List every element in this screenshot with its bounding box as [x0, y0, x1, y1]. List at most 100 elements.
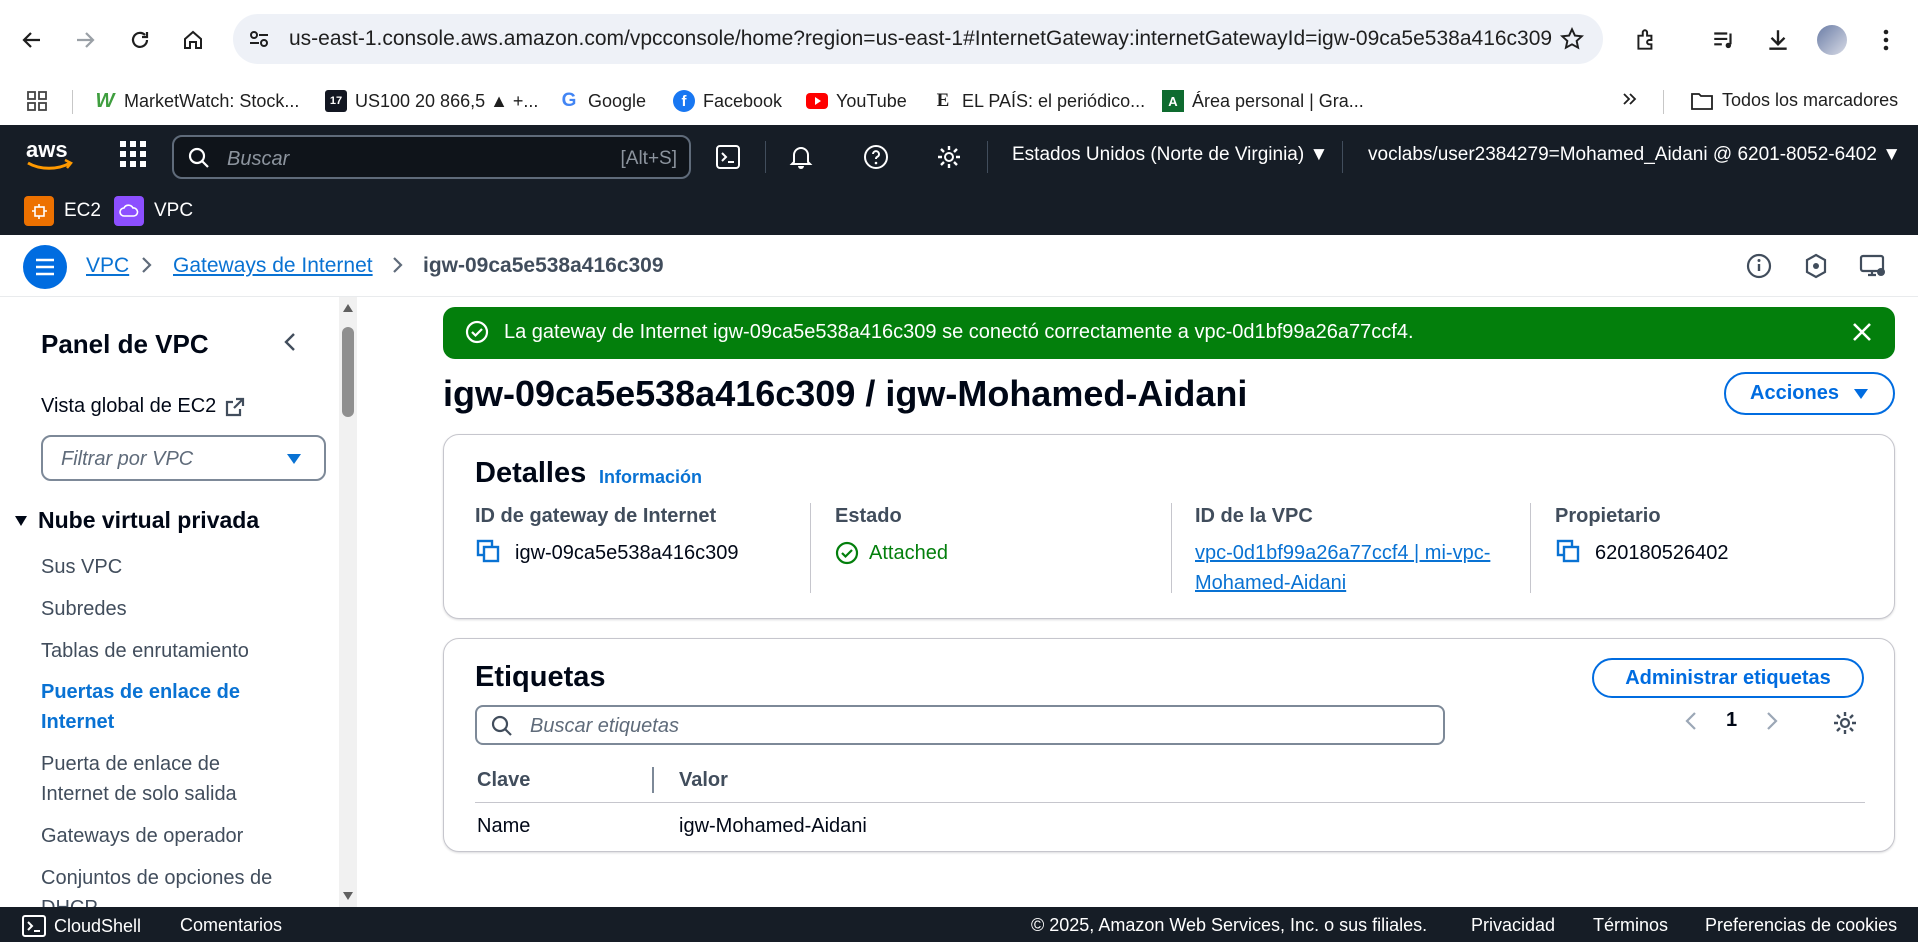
media-control-icon[interactable]	[1704, 20, 1744, 60]
page-title: igw-09ca5e538a416c309 / igw-Mohamed-Aida…	[443, 373, 1248, 414]
breadcrumb-vpc[interactable]: VPC	[86, 254, 129, 278]
terms-link[interactable]: Términos	[1593, 915, 1668, 936]
bookmark-facebook[interactable]: f Facebook	[673, 90, 782, 112]
bookmark-marketwatch[interactable]: W MarketWatch: Stock...	[94, 90, 300, 112]
sidebar-title: Panel de VPC	[41, 329, 209, 359]
console-search-input[interactable]: Buscar [Alt+S]	[172, 135, 691, 179]
sidebar-item-route-tables[interactable]: Tablas de enrutamiento	[41, 636, 301, 666]
youtube-icon	[806, 90, 828, 112]
extensions-icon[interactable]	[1626, 20, 1666, 60]
sidebar-item-ec2-global-view[interactable]: Vista global de EC2	[41, 395, 246, 418]
sidebar-item-internet-gateways[interactable]: Puertas de enlace de Internet	[41, 677, 271, 737]
sidebar-item-your-vpcs[interactable]: Sus VPC	[41, 552, 301, 582]
actions-dropdown-button[interactable]: Acciones	[1724, 372, 1895, 415]
account-menu[interactable]: voclabs/user2384279=Mohamed_Aidani @ 620…	[1368, 144, 1901, 166]
column-divider	[810, 503, 811, 593]
more-bookmarks-chevron-icon[interactable]	[1620, 90, 1638, 108]
bookmark-star-icon[interactable]	[1559, 26, 1585, 52]
success-flashbar: La gateway de Internet igw-09ca5e538a416…	[443, 307, 1895, 359]
aws-logo[interactable]: aws	[24, 137, 74, 173]
reload-button[interactable]	[120, 20, 160, 60]
search-placeholder: Buscar	[227, 148, 290, 170]
google-icon: G	[561, 90, 577, 111]
site-settings-icon[interactable]	[247, 27, 271, 51]
column-divider	[1530, 503, 1531, 593]
favorite-vpc[interactable]: VPC	[114, 196, 193, 226]
breadcrumb-bar: VPC Gateways de Internet igw-09ca5e538a4…	[0, 235, 1918, 297]
caret-down-icon	[1853, 388, 1868, 399]
sidebar-item-subnets[interactable]: Subredes	[41, 594, 301, 624]
bookmark-tradingview[interactable]: 17 US100 20 866,5 ▲ +...	[325, 90, 538, 112]
page-number[interactable]: 1	[1726, 709, 1737, 732]
vpc-id-link[interactable]: vpc-0d1bf99a26a77ccf4 | mi-vpc-Mohamed-A…	[1195, 538, 1495, 598]
info-panel-icon[interactable]	[1746, 253, 1772, 279]
notifications-bell-icon[interactable]	[783, 139, 819, 175]
cookie-preferences-link[interactable]: Preferencias de cookies	[1705, 915, 1897, 936]
flash-message: La gateway de Internet igw-09ca5e538a416…	[504, 321, 1414, 343]
region-selector[interactable]: Estados Unidos (Norte de Virginia) ▼	[1012, 144, 1328, 166]
feedback-link[interactable]: Comentarios	[180, 915, 282, 936]
breadcrumb-chevron-icon	[140, 255, 154, 275]
vpc-filter-select[interactable]: Filtrar por VPC	[41, 435, 326, 481]
sidebar-item-egress-only-gateways[interactable]: Puerta de enlace de Internet de solo sal…	[41, 749, 271, 809]
sidebar-scrollbar[interactable]	[339, 297, 357, 907]
forward-button[interactable]	[65, 20, 105, 60]
tag-key-cell: Name	[477, 815, 531, 837]
info-link[interactable]: Información	[599, 467, 702, 488]
apps-grid-icon[interactable]	[26, 90, 48, 112]
browser-menu-icon[interactable]	[1866, 20, 1906, 60]
tags-table-header: Clave Valor	[475, 759, 1865, 803]
scroll-down-arrow-icon[interactable]	[342, 891, 354, 901]
column-resizer[interactable]	[652, 767, 654, 793]
forward-arrow-icon	[77, 32, 95, 48]
bookmark-youtube[interactable]: YouTube	[806, 90, 907, 112]
copy-icon[interactable]	[1555, 538, 1581, 564]
sidebar-section-virtual-private-cloud[interactable]: Nube virtual privada	[14, 507, 259, 534]
services-menu-icon[interactable]	[118, 139, 148, 169]
prev-page-chevron-icon[interactable]	[1684, 710, 1698, 732]
facebook-icon: f	[673, 90, 695, 112]
external-link-icon	[226, 397, 245, 416]
copy-icon[interactable]	[475, 538, 501, 564]
area-personal-icon: A	[1162, 90, 1184, 112]
cloudshell-button[interactable]: CloudShell	[22, 915, 141, 937]
security-hex-icon[interactable]	[1803, 253, 1829, 279]
home-button[interactable]	[173, 20, 213, 60]
side-nav-toggle-button[interactable]	[23, 245, 67, 289]
sidebar-item-dhcp-option-sets[interactable]: Conjuntos de opciones de DHCP	[41, 863, 301, 907]
column-header-key[interactable]: Clave	[477, 769, 530, 792]
downloads-icon[interactable]	[1758, 20, 1798, 60]
dismiss-close-icon[interactable]	[1851, 321, 1873, 343]
bookmark-elpais[interactable]: E EL PAÍS: el periódico...	[932, 90, 1145, 112]
cloudshell-icon[interactable]	[710, 139, 746, 175]
profile-avatar[interactable]	[1812, 20, 1852, 60]
manage-tags-button[interactable]: Administrar etiquetas	[1592, 658, 1864, 698]
address-bar[interactable]: us-east-1.console.aws.amazon.com/vpccons…	[233, 14, 1603, 64]
breadcrumb-internet-gateways[interactable]: Gateways de Internet	[173, 254, 373, 278]
sidebar-item-carrier-gateways[interactable]: Gateways de operador	[41, 821, 301, 851]
ec2-service-icon	[24, 196, 54, 226]
next-page-chevron-icon[interactable]	[1765, 710, 1779, 732]
url-text[interactable]: us-east-1.console.aws.amazon.com/vpccons…	[289, 27, 1552, 51]
scrollbar-thumb[interactable]	[342, 327, 354, 417]
state-field: Estado Attached	[835, 505, 1165, 568]
bookmark-area-personal[interactable]: A Área personal | Gra...	[1162, 90, 1364, 112]
feedback-screen-icon[interactable]	[1859, 253, 1887, 279]
scroll-up-arrow-icon[interactable]	[342, 303, 354, 313]
bookmark-google[interactable]: G Google	[558, 90, 646, 112]
help-icon[interactable]	[858, 139, 894, 175]
caret-down-icon	[15, 515, 27, 526]
home-icon	[184, 30, 202, 49]
all-bookmarks-folder[interactable]: Todos los marcadores	[1690, 90, 1898, 111]
back-button[interactable]	[12, 20, 52, 60]
caret-down-icon: ▼	[1882, 144, 1901, 165]
favorite-ec2[interactable]: EC2	[24, 196, 101, 226]
search-icon	[491, 715, 513, 737]
privacy-link[interactable]: Privacidad	[1471, 915, 1555, 936]
table-preferences-gear-icon[interactable]	[1832, 710, 1858, 736]
settings-gear-icon[interactable]	[931, 139, 967, 175]
column-header-value[interactable]: Valor	[679, 769, 728, 792]
folder-icon	[1691, 92, 1713, 110]
collapse-chevron-icon[interactable]	[282, 331, 298, 353]
tags-search-input[interactable]: Buscar etiquetas	[475, 705, 1445, 745]
